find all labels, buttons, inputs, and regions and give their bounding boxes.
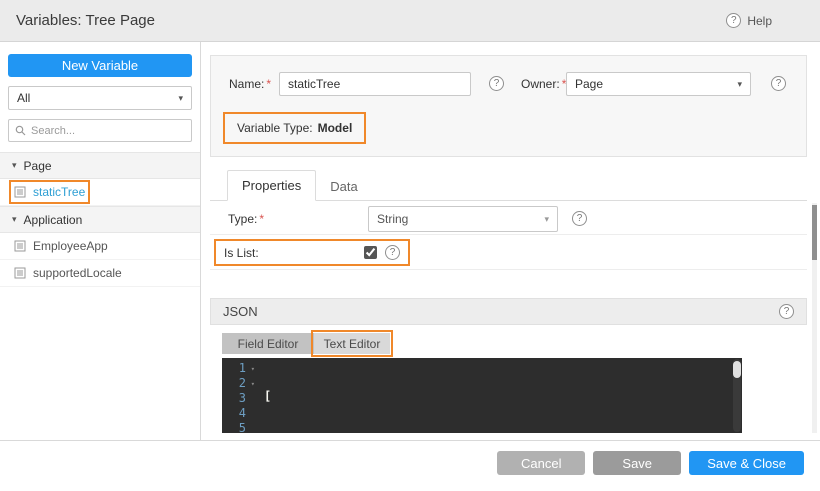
tree-group-label: Application <box>23 212 83 227</box>
caret-down-icon: ▾ <box>737 78 742 89</box>
json-editor-mode-tabs: Field Editor Text Editor <box>222 330 393 357</box>
islist-label: Is List: <box>224 245 259 260</box>
owner-help-icon[interactable]: ? <box>771 76 786 91</box>
chevron-down-icon: ▾ <box>544 213 549 224</box>
name-label: Name: * <box>229 77 272 91</box>
required-marker: * <box>259 212 265 226</box>
tree-item-employeeapp[interactable]: EmployeeApp <box>0 233 200 260</box>
editor-tabs: Properties Data <box>210 170 807 201</box>
line-number-gutter: 1 ▾ 2 ▾ 3 4 5 <box>238 361 255 433</box>
owner-dropdown[interactable]: Page ▾ <box>566 72 751 96</box>
variable-filter-value: All <box>17 91 31 105</box>
fold-icon[interactable]: ▾ <box>251 377 255 392</box>
action-bar: Cancel Save Save & Close <box>0 440 820 491</box>
editor-scrollbar-thumb[interactable] <box>733 361 741 378</box>
islist-checkbox[interactable] <box>364 246 377 259</box>
fold-icon[interactable]: ▾ <box>251 362 255 377</box>
search-input[interactable] <box>31 124 185 137</box>
field-editor-tab[interactable]: Field Editor <box>222 333 314 354</box>
help-button[interactable]: ? Help <box>726 13 772 28</box>
panel-scrollbar-thumb[interactable] <box>812 205 817 260</box>
variable-type-label: Variable Type: <box>237 121 313 135</box>
title-bar: Variables: Tree Page ? Help <box>0 0 820 42</box>
name-help-icon[interactable]: ? <box>489 76 504 91</box>
tree-group-application[interactable]: ▾ Application <box>0 206 200 233</box>
owner-label: Owner: * <box>521 77 567 91</box>
required-marker: * <box>266 77 272 91</box>
name-input[interactable] <box>279 72 471 96</box>
tree-item-supportedlocale[interactable]: supportedLocale <box>0 260 200 287</box>
owner-value: Page <box>575 77 604 91</box>
caret-down-icon: ▾ <box>12 214 17 224</box>
highlight-box-statictree: staticTree <box>8 180 91 204</box>
variable-type-value: Model <box>317 121 353 135</box>
tree-item-label: supportedLocale <box>33 266 122 280</box>
variable-search <box>8 119 192 142</box>
json-code-editor[interactable]: 1▾ 2▾ 3 4 5 [ { "label": "item1", "icon"… <box>222 358 742 433</box>
page-title: Variables: Tree Page <box>16 12 155 29</box>
variable-icon <box>14 240 26 252</box>
property-row-type: Type: * String ▾ ? <box>210 202 807 235</box>
cancel-button[interactable]: Cancel <box>497 451 586 475</box>
tree-group-page[interactable]: ▾ Page <box>0 152 200 179</box>
variable-editor-panel: Name:* ? Owner:* Page ▾ ? Variable Type:… <box>201 42 820 440</box>
tab-properties[interactable]: Properties <box>227 170 317 201</box>
json-title: JSON <box>223 304 258 319</box>
tree-group-label: Page <box>23 158 52 173</box>
highlight-box-islist: Is List: ? <box>214 239 410 266</box>
code-content[interactable]: [ { "label": "item1", "icon": "fa fa-ali… <box>256 358 481 433</box>
property-row-islist: Is List: ? <box>210 235 807 270</box>
variable-tree: ▾ Page staticTree ▾ Application Employee… <box>0 152 200 287</box>
save-and-close-button[interactable]: Save & Close <box>689 451 804 475</box>
caret-down-icon: ▾ <box>178 92 183 103</box>
editor-scrollbar[interactable] <box>733 359 741 432</box>
type-value: String <box>377 212 409 226</box>
tree-item-label: staticTree <box>33 185 86 199</box>
variable-filter-dropdown[interactable]: All ▾ <box>8 86 192 110</box>
tab-data[interactable]: Data <box>316 172 371 201</box>
type-help-icon[interactable]: ? <box>572 211 587 226</box>
highlight-box-variable-type: Variable Type: Model <box>223 112 367 144</box>
variable-icon <box>14 186 26 198</box>
help-label: Help <box>747 13 772 28</box>
tree-item-statictree[interactable]: staticTree <box>0 179 200 206</box>
help-icon: ? <box>726 13 742 28</box>
new-variable-button[interactable]: New Variable <box>8 54 192 77</box>
variable-icon <box>14 267 26 279</box>
text-editor-tab[interactable]: Text Editor <box>311 330 393 357</box>
variables-sidebar: New Variable All ▾ ▾ Page staticTree ▾ A… <box>0 42 201 440</box>
tree-item-label: EmployeeApp <box>33 239 108 253</box>
variable-summary-form: Name:* ? Owner:* Page ▾ ? Variable Type:… <box>210 55 807 157</box>
search-icon <box>15 125 26 136</box>
caret-down-icon: ▾ <box>12 160 17 170</box>
type-label: Type: * <box>228 212 265 226</box>
json-section-header: JSON ? <box>210 298 807 325</box>
save-button[interactable]: Save <box>593 451 682 475</box>
panel-scrollbar[interactable] <box>812 203 817 433</box>
islist-help-icon[interactable]: ? <box>385 245 400 260</box>
type-dropdown[interactable]: String ▾ <box>368 206 558 232</box>
json-help-icon[interactable]: ? <box>779 304 794 319</box>
